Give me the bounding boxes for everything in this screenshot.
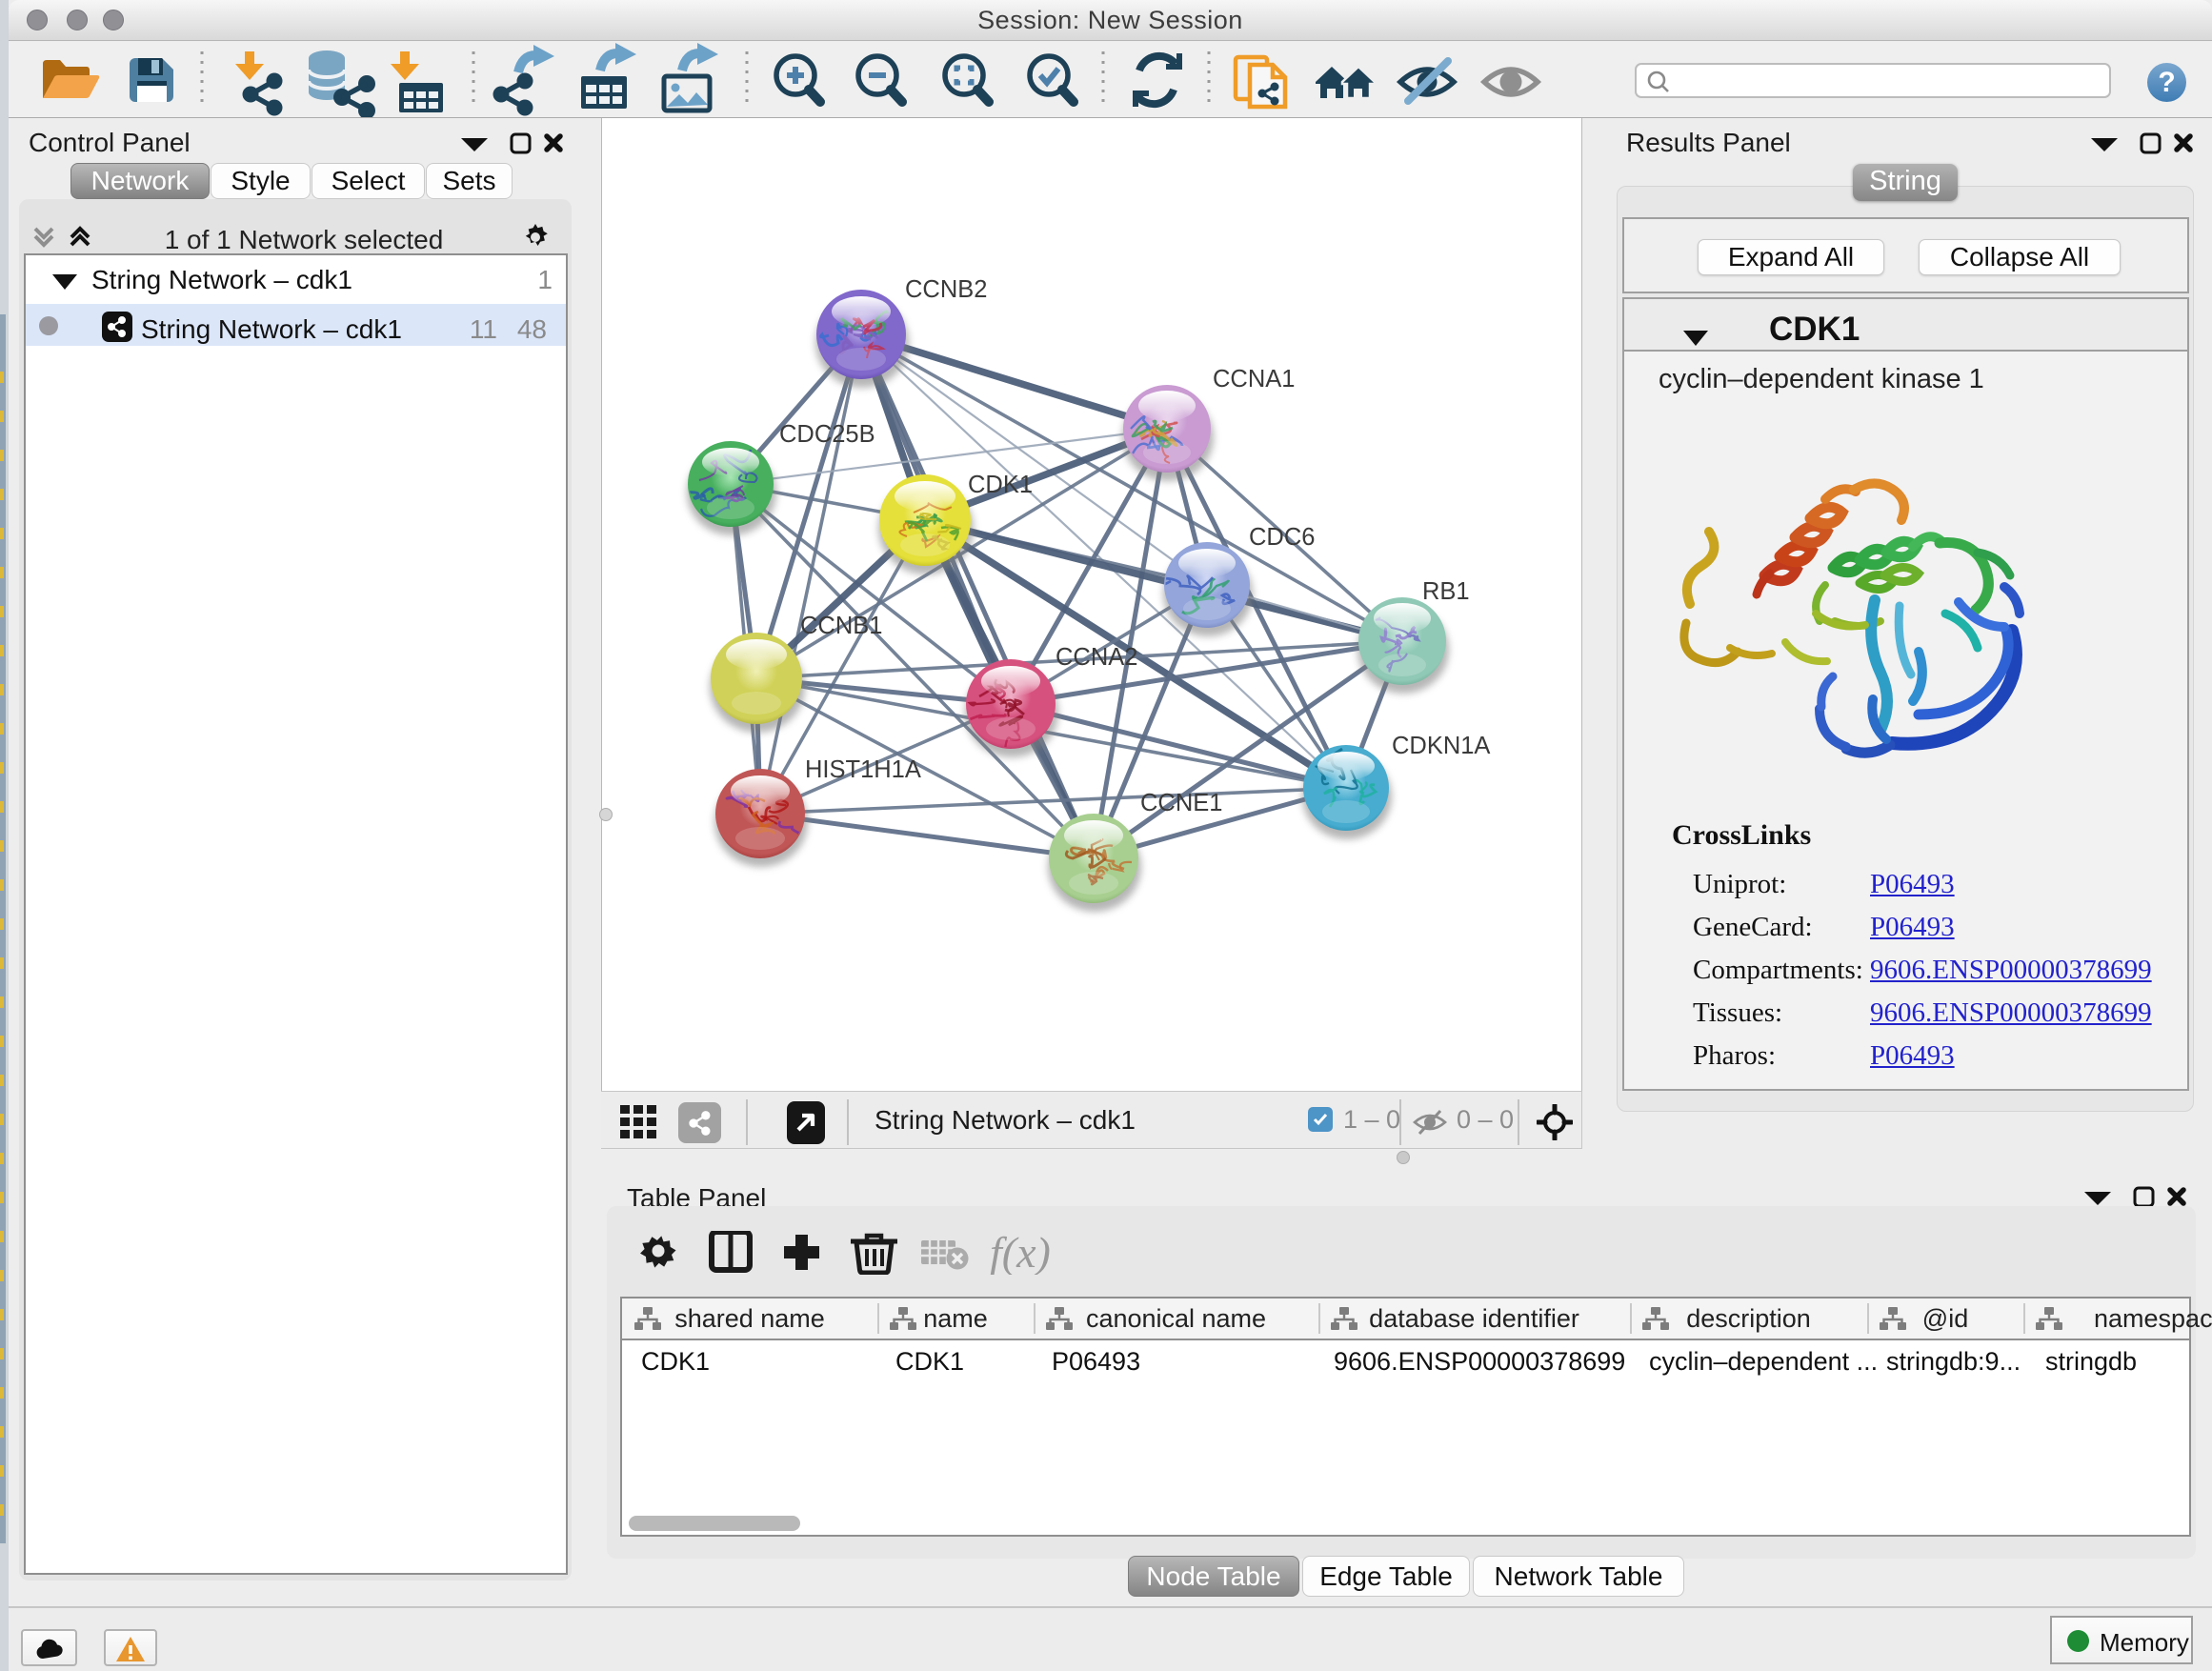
svg-text:CDC25B: CDC25B bbox=[779, 421, 875, 448]
svg-text:CCNA1: CCNA1 bbox=[1213, 366, 1295, 393]
svg-text:HIST1H1A: HIST1H1A bbox=[805, 756, 921, 783]
svg-text:CDC6: CDC6 bbox=[1249, 524, 1315, 551]
svg-text:f(x): f(x) bbox=[990, 1231, 1051, 1275]
svg-text:CCNB2: CCNB2 bbox=[905, 276, 987, 303]
svg-text:CCNB1: CCNB1 bbox=[800, 613, 882, 639]
svg-text:RB1: RB1 bbox=[1422, 578, 1470, 605]
svg-text:CCNE1: CCNE1 bbox=[1140, 790, 1222, 816]
svg-text:CDK1: CDK1 bbox=[968, 472, 1033, 498]
svg-text:CCNA2: CCNA2 bbox=[1056, 644, 1137, 671]
svg-text:CDKN1A: CDKN1A bbox=[1392, 733, 1490, 759]
